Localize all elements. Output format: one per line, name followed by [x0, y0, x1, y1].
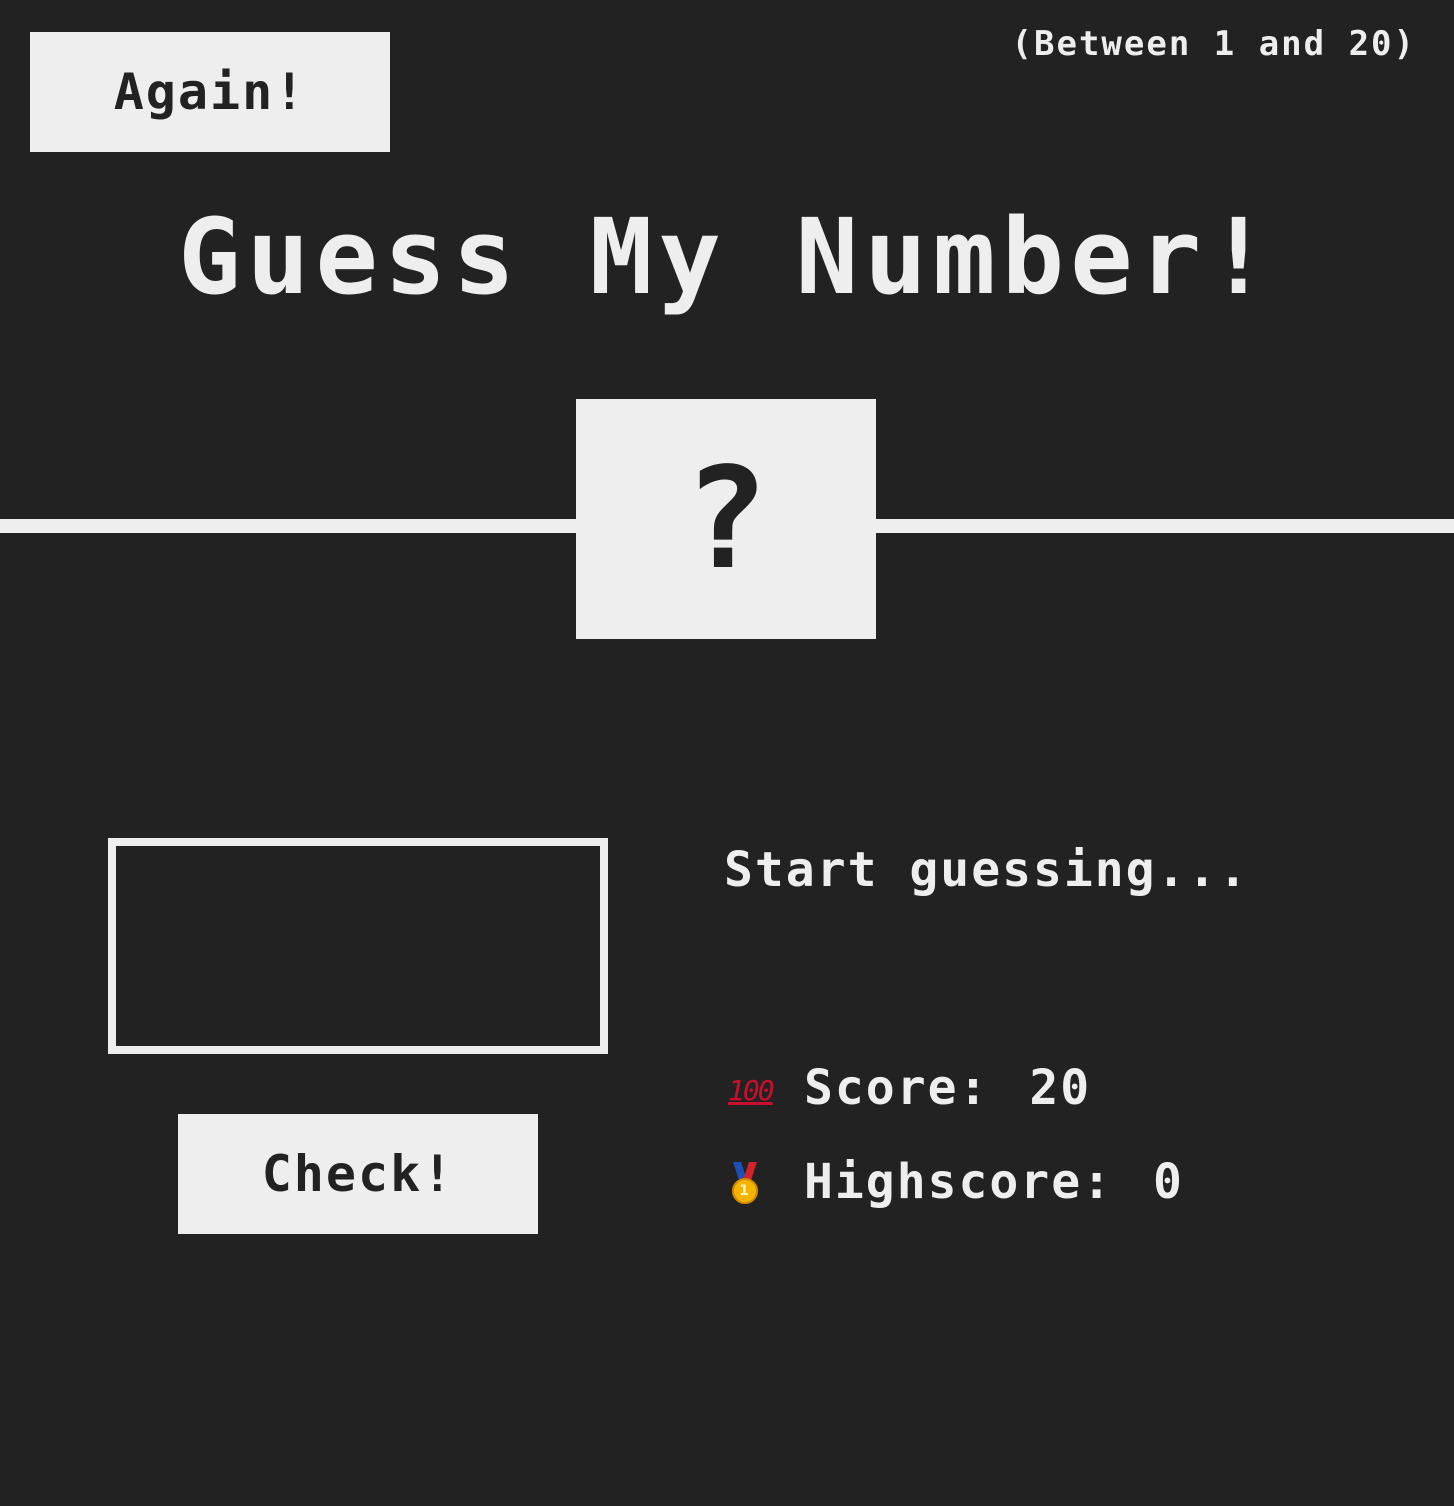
check-button[interactable]: Check! [178, 1114, 538, 1234]
again-button[interactable]: Again! [30, 32, 390, 152]
score-row: 100 Score: 20 [724, 1060, 1091, 1116]
secret-number-box: ? [576, 399, 876, 639]
score-label: Score: [804, 1060, 990, 1116]
highscore-row: 1 Highscore: 0 [724, 1154, 1184, 1210]
hundred-points-icon-text: 100 [728, 1074, 775, 1107]
guess-input[interactable] [108, 838, 608, 1054]
hundred-points-icon: 100 [724, 1060, 784, 1116]
highscore-label: Highscore: [804, 1154, 1113, 1210]
header: Again! (Between 1 and 20) Guess My Numbe… [0, 0, 1454, 660]
page-title: Guess My Number! [178, 196, 1276, 318]
status-message: Start guessing... [724, 842, 1250, 898]
range-hint: (Between 1 and 20) [1011, 24, 1416, 64]
first-place-medal-icon: 1 [724, 1154, 784, 1210]
score-value: 20 [1029, 1060, 1092, 1116]
highscore-value: 0 [1152, 1154, 1184, 1210]
medal-disc: 1 [732, 1178, 758, 1204]
